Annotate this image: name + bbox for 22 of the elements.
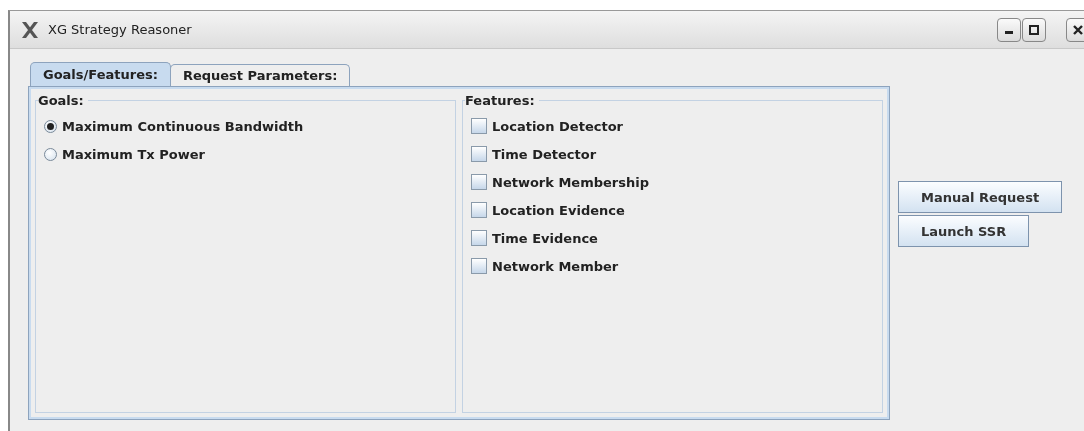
checkbox[interactable] — [471, 230, 487, 246]
checkbox[interactable] — [471, 202, 487, 218]
checkbox[interactable] — [471, 118, 487, 134]
action-button[interactable]: Manual Request — [898, 181, 1063, 213]
checkbox[interactable] — [471, 146, 487, 162]
maximize-button[interactable] — [1022, 17, 1046, 42]
checkbox[interactable] — [471, 258, 487, 274]
radio-button[interactable] — [44, 147, 57, 161]
group-title: Features: — [465, 93, 536, 108]
close-button[interactable] — [1066, 17, 1084, 42]
tab[interactable]: Goals/Features: — [30, 62, 171, 86]
tab[interactable]: Request Parameters: — [169, 64, 351, 86]
checkbox[interactable] — [471, 174, 487, 190]
radio-button[interactable] — [44, 119, 57, 133]
close-icon — [1073, 24, 1083, 35]
maximize-icon — [1029, 24, 1039, 35]
x-logo-icon — [20, 19, 40, 40]
window-title: XG Strategy Reasoner — [48, 22, 192, 37]
action-button[interactable]: Launch SSR — [898, 215, 1030, 247]
minimize-button[interactable] — [997, 17, 1021, 42]
minimize-icon — [1005, 31, 1013, 34]
group-title: Goals: — [38, 93, 85, 108]
